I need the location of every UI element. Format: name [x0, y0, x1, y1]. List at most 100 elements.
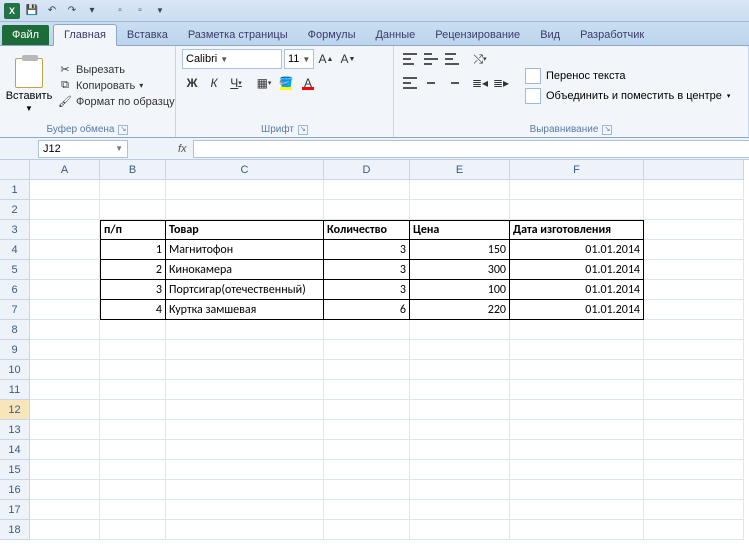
cell-A17[interactable]	[30, 500, 100, 520]
cell-F13[interactable]	[510, 420, 644, 440]
select-all-corner[interactable]	[0, 160, 30, 180]
cell-G17[interactable]	[644, 500, 744, 520]
cell-A15[interactable]	[30, 460, 100, 480]
cell-A18[interactable]	[30, 520, 100, 540]
cell-F3[interactable]: Дата изготовления	[510, 220, 644, 240]
font-name-combo[interactable]: Calibri▼	[182, 49, 282, 69]
cell-A6[interactable]	[30, 280, 100, 300]
formula-input[interactable]	[193, 140, 749, 158]
cell-B9[interactable]	[100, 340, 166, 360]
cell-G14[interactable]	[644, 440, 744, 460]
cell-A11[interactable]	[30, 380, 100, 400]
tab-formulas[interactable]: Формулы	[298, 25, 366, 45]
cell-F10[interactable]	[510, 360, 644, 380]
tab-file[interactable]: Файл	[2, 25, 49, 45]
cell-F18[interactable]	[510, 520, 644, 540]
cell-D15[interactable]	[324, 460, 410, 480]
cell-G7[interactable]	[644, 300, 744, 320]
tab-review[interactable]: Рецензирование	[425, 25, 530, 45]
colhead-B[interactable]: B	[100, 160, 166, 180]
cell-C14[interactable]	[166, 440, 324, 460]
fill-color-button[interactable]: 🪣	[276, 73, 296, 93]
border-button[interactable]: ▦▾	[254, 73, 274, 93]
cell-G4[interactable]	[644, 240, 744, 260]
cell-F15[interactable]	[510, 460, 644, 480]
cell-B12[interactable]	[100, 400, 166, 420]
cell-G2[interactable]	[644, 200, 744, 220]
cell-D8[interactable]	[324, 320, 410, 340]
cell-B3[interactable]: п/п	[100, 220, 166, 240]
colhead-D[interactable]: D	[324, 160, 410, 180]
cell-D10[interactable]	[324, 360, 410, 380]
cell-C12[interactable]	[166, 400, 324, 420]
tab-developer[interactable]: Разработчик	[570, 25, 654, 45]
paste-button[interactable]: Вставить ▼	[6, 49, 52, 122]
cell-C1[interactable]	[166, 180, 324, 200]
rowhead-16[interactable]: 16	[0, 480, 30, 500]
cell-D7[interactable]: 6	[324, 300, 410, 320]
cell-F12[interactable]	[510, 400, 644, 420]
fx-icon[interactable]: fx	[178, 143, 187, 155]
name-box[interactable]: J12 ▼	[38, 140, 128, 158]
font-size-combo[interactable]: 11▼	[284, 49, 314, 69]
cell-A13[interactable]	[30, 420, 100, 440]
cell-D2[interactable]	[324, 200, 410, 220]
cell-A14[interactable]	[30, 440, 100, 460]
rowhead-11[interactable]: 11	[0, 380, 30, 400]
cell-F14[interactable]	[510, 440, 644, 460]
cell-E4[interactable]: 150	[410, 240, 510, 260]
italic-button[interactable]: К	[204, 73, 224, 93]
cell-F7[interactable]: 01.01.2014	[510, 300, 644, 320]
cell-F4[interactable]: 01.01.2014	[510, 240, 644, 260]
cell-G3[interactable]	[644, 220, 744, 240]
decrease-indent-button[interactable]: ≣◂	[470, 73, 490, 93]
cell-D16[interactable]	[324, 480, 410, 500]
tab-data[interactable]: Данные	[365, 25, 425, 45]
cell-E3[interactable]: Цена	[410, 220, 510, 240]
cell-F2[interactable]	[510, 200, 644, 220]
colhead-extra[interactable]	[644, 160, 744, 180]
rowhead-13[interactable]: 13	[0, 420, 30, 440]
rowhead-6[interactable]: 6	[0, 280, 30, 300]
qat-customize[interactable]: ▼	[152, 3, 168, 19]
cell-B4[interactable]: 1	[100, 240, 166, 260]
cell-B17[interactable]	[100, 500, 166, 520]
cell-E5[interactable]: 300	[410, 260, 510, 280]
cell-C7[interactable]: Куртка замшевая	[166, 300, 324, 320]
cell-A12[interactable]	[30, 400, 100, 420]
rowhead-4[interactable]: 4	[0, 240, 30, 260]
cell-C17[interactable]	[166, 500, 324, 520]
cell-A16[interactable]	[30, 480, 100, 500]
redo-button[interactable]: ↷	[64, 3, 80, 19]
cell-C3[interactable]: Товар	[166, 220, 324, 240]
cell-D6[interactable]: 3	[324, 280, 410, 300]
cell-B11[interactable]	[100, 380, 166, 400]
cell-A7[interactable]	[30, 300, 100, 320]
rowhead-18[interactable]: 18	[0, 520, 30, 540]
cell-A2[interactable]	[30, 200, 100, 220]
cell-B16[interactable]	[100, 480, 166, 500]
cell-E15[interactable]	[410, 460, 510, 480]
align-top-button[interactable]	[400, 49, 420, 69]
cell-D14[interactable]	[324, 440, 410, 460]
colhead-C[interactable]: C	[166, 160, 324, 180]
cell-D17[interactable]	[324, 500, 410, 520]
font-dialog-launcher[interactable]: ↘	[298, 125, 308, 135]
cell-B1[interactable]	[100, 180, 166, 200]
rowhead-10[interactable]: 10	[0, 360, 30, 380]
decrease-font-button[interactable]: A▼	[338, 49, 358, 69]
cell-D11[interactable]	[324, 380, 410, 400]
align-left-button[interactable]	[400, 73, 420, 93]
increase-font-button[interactable]: A▲	[316, 49, 336, 69]
cell-A1[interactable]	[30, 180, 100, 200]
cell-G18[interactable]	[644, 520, 744, 540]
cell-C6[interactable]: Портсигар(отечественный)	[166, 280, 324, 300]
cell-A5[interactable]	[30, 260, 100, 280]
wrap-text-button[interactable]: Перенос текста	[525, 68, 730, 84]
colhead-F[interactable]: F	[510, 160, 644, 180]
cell-E14[interactable]	[410, 440, 510, 460]
cell-B18[interactable]	[100, 520, 166, 540]
save-button[interactable]: 💾	[24, 3, 40, 19]
clipboard-dialog-launcher[interactable]: ↘	[118, 125, 128, 135]
cell-A3[interactable]	[30, 220, 100, 240]
